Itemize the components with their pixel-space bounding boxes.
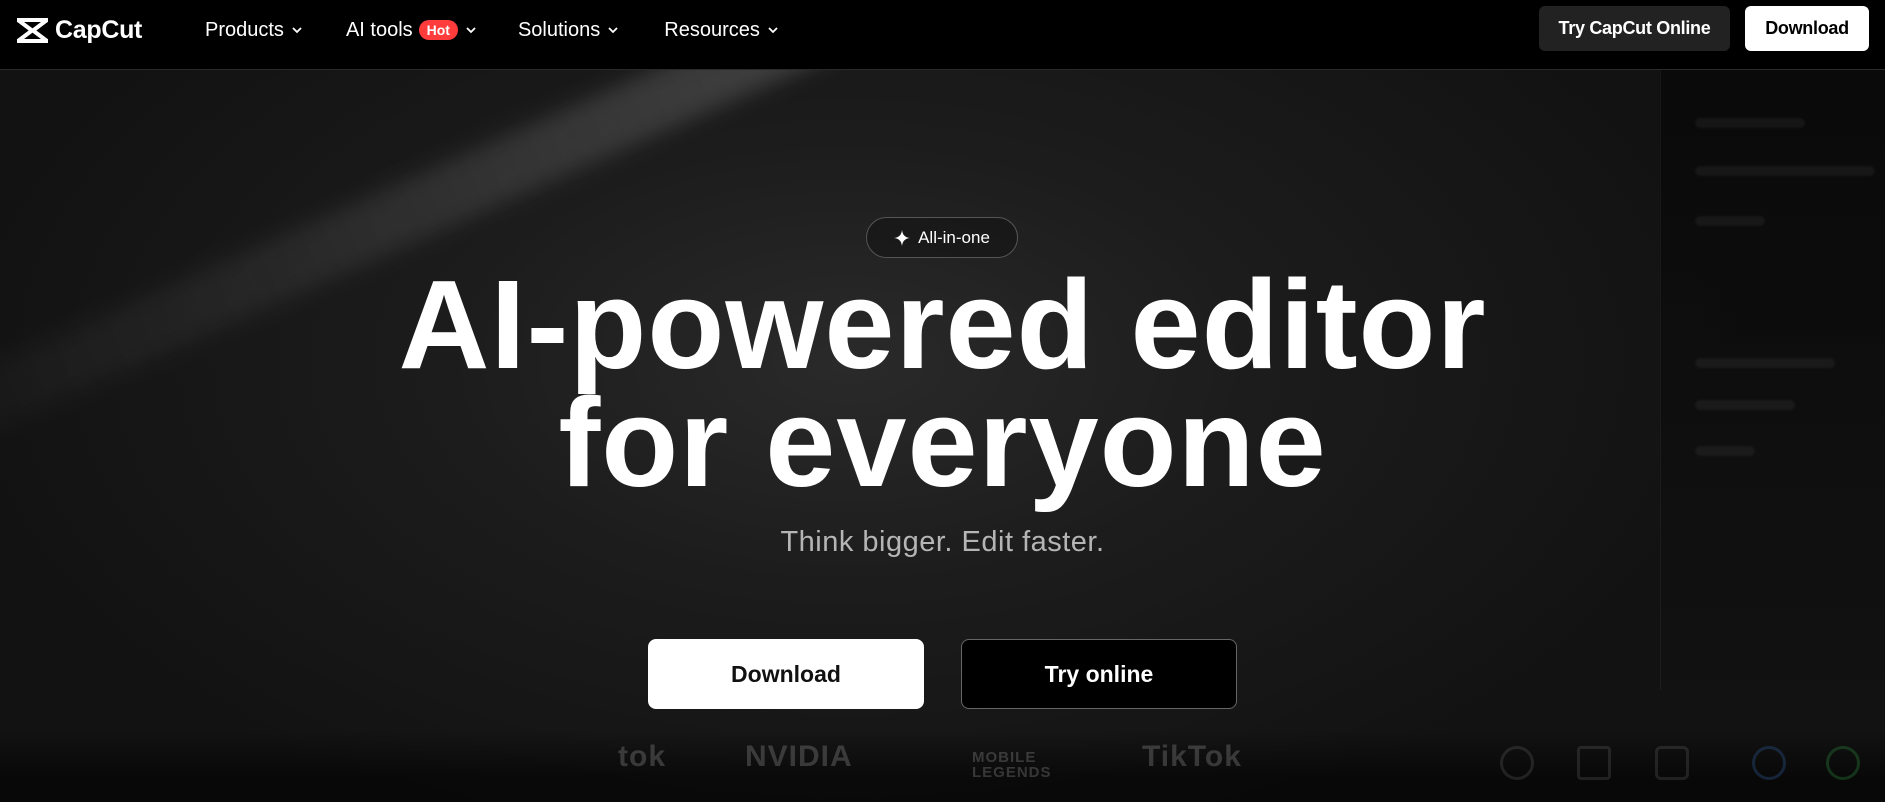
menu-solutions[interactable]: Solutions bbox=[518, 15, 620, 45]
blurred-tool-icon bbox=[1500, 746, 1534, 780]
headline-line-2: for everyone bbox=[558, 372, 1327, 513]
hero-try-online-button[interactable]: Try online bbox=[961, 639, 1237, 709]
blurred-tool-icon bbox=[1752, 746, 1786, 780]
menu-ai-tools[interactable]: AI tools Hot bbox=[346, 15, 478, 45]
hero-download-button[interactable]: Download bbox=[648, 639, 924, 709]
all-in-one-badge: All-in-one bbox=[866, 217, 1018, 258]
partner-logo-mobile-legends: MOBILE LEGENDS bbox=[972, 749, 1052, 781]
headline-line-1: AI-powered editor bbox=[398, 254, 1487, 395]
nav-download-button[interactable]: Download bbox=[1745, 6, 1869, 51]
partner-logo-tiktok: TikTok bbox=[1142, 740, 1242, 773]
main-menu: Products AI tools Hot Solutions Resource… bbox=[205, 15, 780, 45]
top-nav: CapCut Products AI tools Hot Solutions R… bbox=[0, 0, 1885, 70]
sparkle-icon bbox=[894, 229, 911, 246]
hero-section: tok NVIDIA MOBILE LEGENDS TikTok All-in-… bbox=[0, 70, 1885, 802]
hero-subtitle: Think bigger. Edit faster. bbox=[780, 526, 1105, 558]
menu-ai-tools-label: AI tools bbox=[345, 18, 413, 41]
menu-resources[interactable]: Resources bbox=[664, 15, 780, 45]
all-in-one-label: All-in-one bbox=[918, 227, 990, 247]
chevron-down-icon bbox=[608, 27, 618, 34]
capcut-logo-icon bbox=[16, 17, 49, 43]
logo-text: CapCut bbox=[55, 15, 143, 44]
menu-products-label: Products bbox=[205, 18, 284, 41]
menu-products[interactable]: Products bbox=[205, 15, 304, 45]
blurred-tool-icon bbox=[1655, 746, 1689, 780]
partner-logo-nvidia: NVIDIA bbox=[745, 740, 853, 773]
menu-solutions-label: Solutions bbox=[517, 18, 601, 41]
blurred-tool-icon bbox=[1826, 746, 1860, 780]
chevron-down-icon bbox=[466, 27, 476, 34]
menu-resources-label: Resources bbox=[664, 18, 760, 41]
capcut-logo[interactable]: CapCut bbox=[16, 14, 142, 46]
try-capcut-online-button[interactable]: Try CapCut Online bbox=[1539, 6, 1730, 51]
hot-badge: Hot bbox=[418, 20, 458, 40]
hero-headline: AI-powered editor for everyone bbox=[0, 254, 1885, 513]
partner-logo: tok bbox=[618, 740, 666, 773]
blurred-tool-icon bbox=[1577, 746, 1611, 780]
chevron-down-icon bbox=[768, 27, 778, 34]
chevron-down-icon bbox=[292, 27, 302, 34]
